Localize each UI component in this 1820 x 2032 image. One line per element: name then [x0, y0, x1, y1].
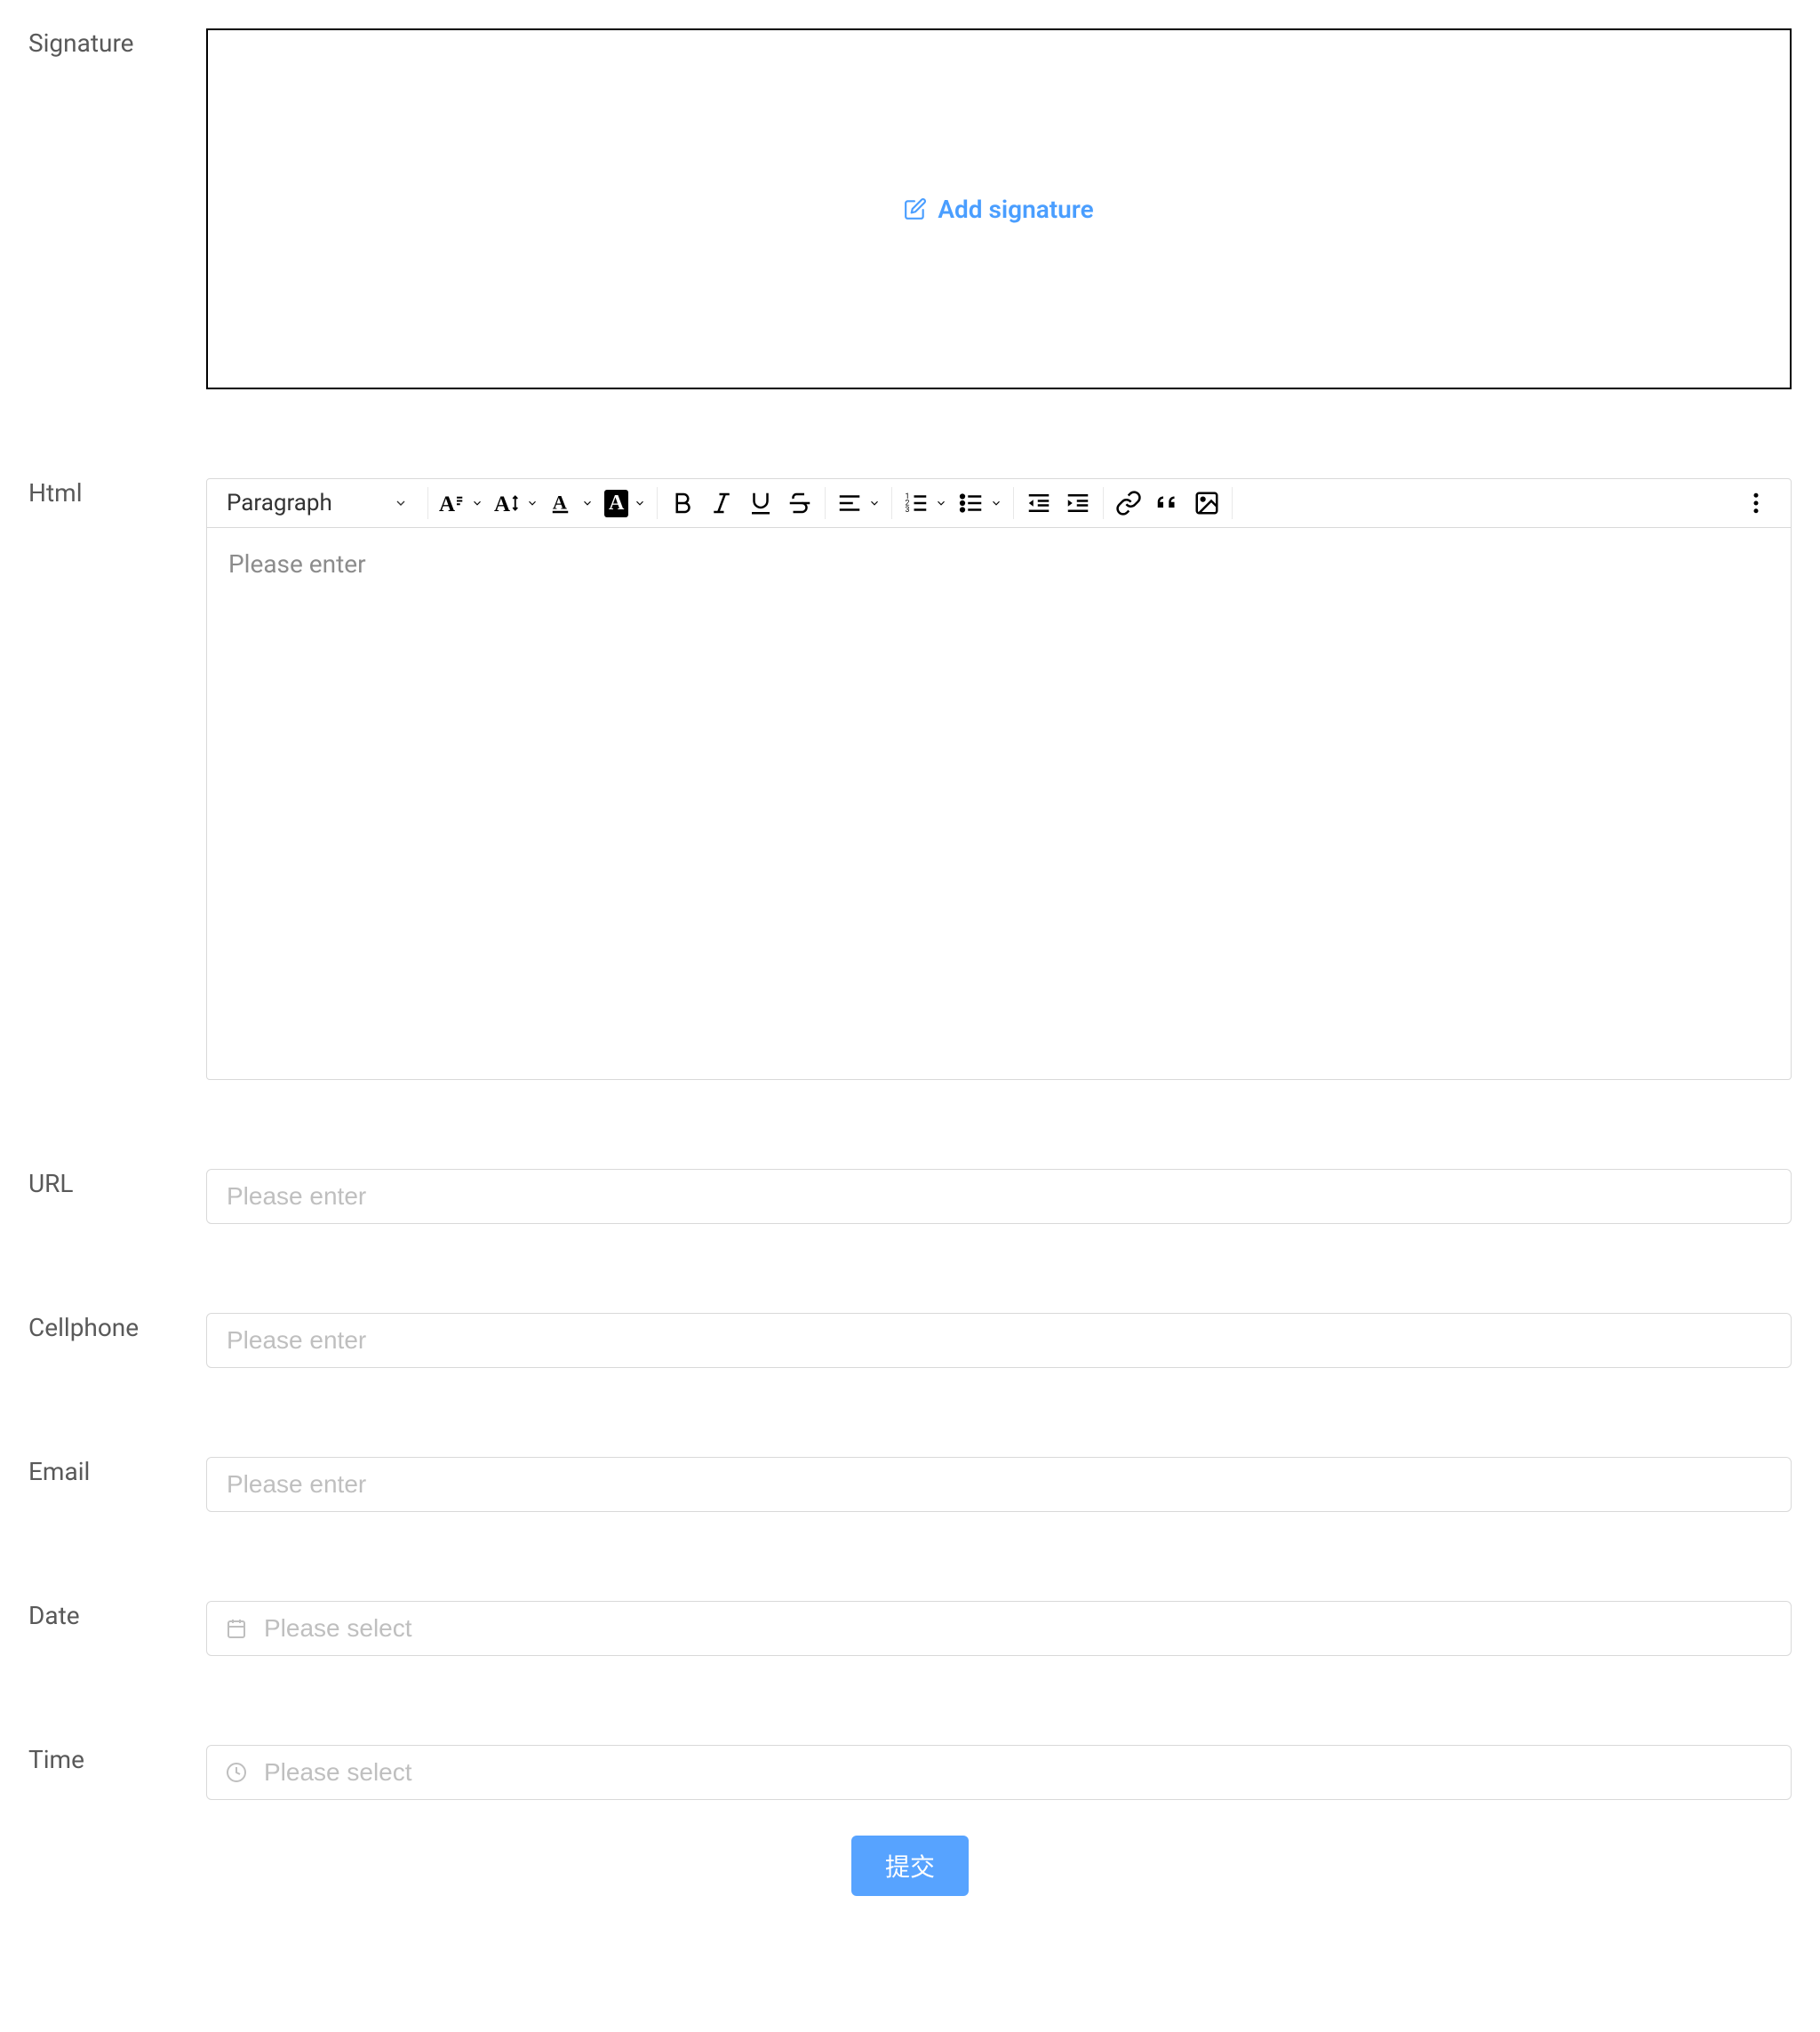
chevron-down-icon — [990, 497, 1002, 509]
unordered-list-button[interactable] — [954, 485, 1006, 521]
edit-icon — [904, 197, 927, 220]
font-size-button[interactable]: A — [491, 485, 542, 521]
signature-row: Signature Add signature — [28, 28, 1792, 389]
font-family-icon: A — [439, 490, 466, 516]
more-options-button[interactable] — [1728, 485, 1784, 521]
cellphone-label: Cellphone — [28, 1313, 206, 1342]
time-row: Time — [28, 1745, 1792, 1800]
toolbar-separator — [427, 487, 428, 519]
align-icon — [836, 490, 863, 516]
chevron-down-icon — [935, 497, 947, 509]
underline-icon — [747, 490, 774, 516]
rich-text-editor: Paragraph A A A — [206, 478, 1792, 1080]
time-label: Time — [28, 1745, 206, 1774]
html-label: Html — [28, 478, 206, 508]
chevron-down-icon — [868, 497, 881, 509]
outdent-icon — [1026, 490, 1052, 516]
toolbar-separator — [1013, 487, 1014, 519]
strikethrough-icon — [786, 490, 813, 516]
date-input[interactable] — [206, 1601, 1792, 1656]
ordered-list-button[interactable]: 123 — [899, 485, 951, 521]
quote-button[interactable] — [1150, 485, 1185, 521]
font-color-button[interactable]: A — [546, 485, 597, 521]
font-color-icon: A — [549, 490, 576, 516]
indent-icon — [1065, 490, 1091, 516]
toolbar-separator — [657, 487, 658, 519]
image-icon — [1193, 490, 1220, 516]
indent-button[interactable] — [1060, 485, 1096, 521]
signature-box[interactable]: Add signature — [206, 28, 1792, 389]
font-family-button[interactable]: A — [435, 485, 487, 521]
italic-button[interactable] — [704, 485, 739, 521]
url-input[interactable] — [206, 1169, 1792, 1224]
link-icon — [1115, 490, 1142, 516]
date-label: Date — [28, 1601, 206, 1630]
editor-placeholder: Please enter — [228, 549, 366, 579]
toolbar-separator — [825, 487, 826, 519]
highlight-color-button[interactable]: A — [601, 485, 650, 521]
url-row: URL — [28, 1169, 1792, 1224]
highlight-icon: A — [604, 490, 628, 517]
ordered-list-icon: 123 — [903, 490, 930, 516]
toolbar-separator — [1103, 487, 1104, 519]
email-row: Email — [28, 1457, 1792, 1512]
bold-button[interactable] — [665, 485, 700, 521]
html-row: Html Paragraph A A — [28, 478, 1792, 1080]
chevron-down-icon — [394, 496, 408, 510]
bold-icon — [669, 490, 696, 516]
editor-toolbar: Paragraph A A A — [207, 479, 1791, 528]
cellphone-input[interactable] — [206, 1313, 1792, 1368]
paragraph-style-select[interactable]: Paragraph — [214, 483, 420, 524]
image-button[interactable] — [1189, 485, 1225, 521]
chevron-down-icon — [634, 497, 646, 509]
svg-text:A: A — [494, 492, 510, 516]
svg-text:A: A — [439, 492, 455, 516]
font-size-icon: A — [494, 490, 521, 516]
paragraph-style-label: Paragraph — [227, 490, 332, 516]
svg-text:A: A — [553, 491, 568, 513]
cellphone-row: Cellphone — [28, 1313, 1792, 1368]
unordered-list-icon — [958, 490, 985, 516]
chevron-down-icon — [581, 497, 594, 509]
chevron-down-icon — [526, 497, 539, 509]
underline-button[interactable] — [743, 485, 778, 521]
quote-icon — [1154, 490, 1181, 516]
submit-row: 提交 — [28, 1836, 1792, 1896]
align-button[interactable] — [833, 485, 884, 521]
toolbar-separator — [891, 487, 892, 519]
email-label: Email — [28, 1457, 206, 1486]
submit-button[interactable]: 提交 — [851, 1836, 969, 1896]
strikethrough-button[interactable] — [782, 485, 818, 521]
toolbar-separator — [1232, 487, 1233, 519]
date-row: Date — [28, 1601, 1792, 1656]
italic-icon — [708, 490, 735, 516]
url-label: URL — [28, 1169, 206, 1198]
outdent-button[interactable] — [1021, 485, 1057, 521]
svg-text:3: 3 — [906, 506, 910, 515]
chevron-down-icon — [471, 497, 483, 509]
more-vertical-icon — [1743, 490, 1769, 516]
editor-content-area[interactable]: Please enter — [207, 528, 1791, 1079]
time-input[interactable] — [206, 1745, 1792, 1800]
add-signature-label: Add signature — [938, 195, 1093, 224]
signature-label: Signature — [28, 28, 206, 58]
link-button[interactable] — [1111, 485, 1146, 521]
email-input[interactable] — [206, 1457, 1792, 1512]
